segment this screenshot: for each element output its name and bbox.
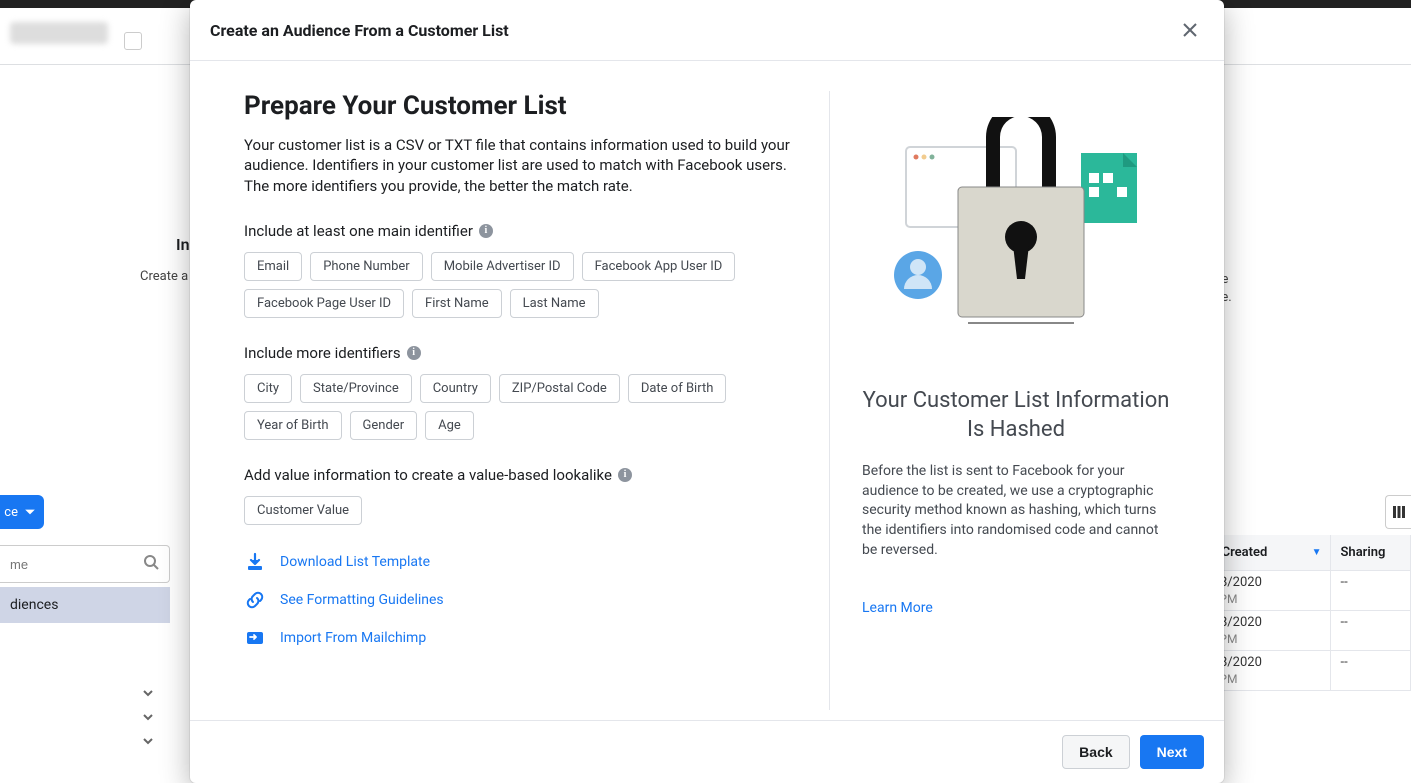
identifier-chip[interactable]: Country [420,374,491,403]
create-audience-modal: Create an Audience From a Customer List … [190,0,1224,783]
value-info-label: Add value information to create a value-… [244,466,791,484]
identifier-chip[interactable]: Gender [350,411,418,440]
identifier-chip[interactable]: Age [425,411,474,440]
import-icon [244,627,266,649]
info-icon[interactable]: i [618,468,632,482]
identifier-chip[interactable]: City [244,374,292,403]
identifier-chip[interactable]: Customer Value [244,496,362,525]
modal-left-column: Prepare Your Customer List Your customer… [244,91,830,710]
identifier-chip[interactable]: First Name [412,289,502,318]
download-template-link[interactable]: Download List Template [244,551,791,573]
import-mailchimp-link[interactable]: Import From Mailchimp [244,627,791,649]
identifier-chip[interactable]: Date of Birth [628,374,727,403]
modal-title: Create an Audience From a Customer List [210,21,509,40]
learn-more-link[interactable]: Learn More [862,600,1170,616]
prepare-intro: Your customer list is a CSV or TXT file … [244,135,791,196]
more-identifier-chips: City State/Province Country ZIP/Postal Code… [244,374,791,440]
main-identifier-chips: Email Phone Number Mobile Advertiser ID Fac… [244,252,791,318]
identifier-chip[interactable]: Phone Number [310,252,423,281]
identifier-chip[interactable]: ZIP/Postal Code [499,374,620,403]
modal-body: Prepare Your Customer List Your customer… [190,61,1224,720]
identifier-chip[interactable]: Year of Birth [244,411,342,440]
modal-footer: Back Next [190,720,1224,783]
close-button[interactable] [1176,16,1204,44]
action-links: Download List Template See Formatting Gu… [244,551,791,649]
formatting-guidelines-link[interactable]: See Formatting Guidelines [244,589,791,611]
modal-header: Create an Audience From a Customer List [190,0,1224,61]
more-identifiers-label: Include more identifiers i [244,344,791,362]
value-chips: Customer Value [244,496,791,525]
info-icon[interactable]: i [407,346,421,360]
close-icon [1181,21,1199,39]
identifier-chip[interactable]: Email [244,252,302,281]
main-identifiers-label: Include at least one main identifier i [244,222,791,240]
hashing-description: Before the list is sent to Facebook for … [862,462,1170,560]
identifier-chip[interactable]: Last Name [510,289,599,318]
identifier-chip[interactable]: Facebook App User ID [582,252,736,281]
link-icon [244,589,266,611]
download-icon [244,551,266,573]
identifier-chip[interactable]: Facebook Page User ID [244,289,404,318]
identifier-chip[interactable]: Mobile Advertiser ID [431,252,574,281]
modal-right-column: Your Customer List Information Is Hashed… [830,91,1170,710]
prepare-heading: Prepare Your Customer List [244,91,791,121]
hashing-title: Your Customer List Information Is Hashed [862,387,1170,444]
hashing-illustration [862,107,1170,347]
next-button[interactable]: Next [1140,735,1204,769]
info-icon[interactable]: i [479,224,493,238]
back-button[interactable]: Back [1062,735,1129,769]
identifier-chip[interactable]: State/Province [300,374,412,403]
